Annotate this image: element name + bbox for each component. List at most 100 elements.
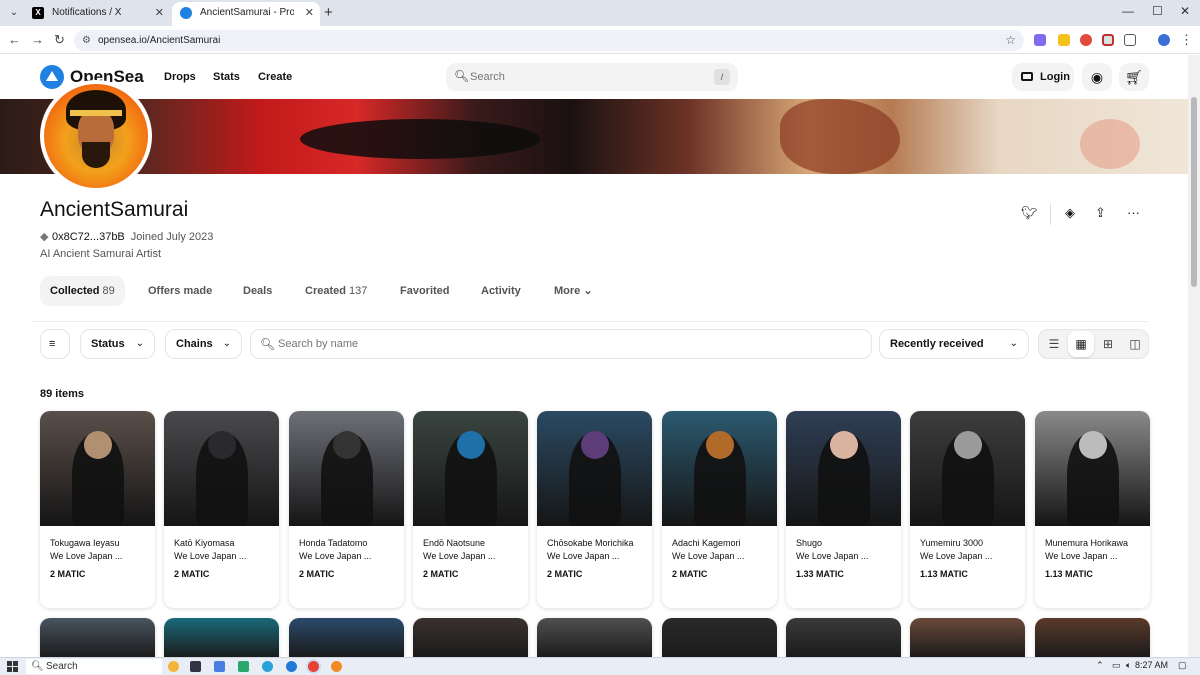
wallet-address[interactable]: 0x8C72...37bB bbox=[52, 231, 125, 243]
bookmark-star-icon[interactable]: ☆ bbox=[1005, 30, 1016, 51]
maximize-icon[interactable]: ☐ bbox=[1152, 4, 1163, 18]
nft-card[interactable]: Munemura Horikawa We Love Japan ... 1.13 M… bbox=[1035, 411, 1150, 608]
global-search-input[interactable] bbox=[470, 67, 700, 87]
nft-card[interactable] bbox=[289, 618, 404, 658]
more-icon[interactable]: ··· bbox=[1127, 205, 1140, 220]
scrollbar-thumb[interactable] bbox=[1191, 97, 1197, 287]
notification-icon[interactable]: ▢ bbox=[1178, 660, 1187, 671]
account-button[interactable]: ◉ bbox=[1082, 63, 1112, 91]
chrome-icon[interactable] bbox=[308, 661, 319, 672]
nft-card[interactable] bbox=[537, 618, 652, 658]
volume-icon[interactable]: 🔈︎ bbox=[1126, 660, 1131, 671]
sort-dropdown[interactable]: Recently received ⌄ bbox=[879, 329, 1029, 359]
tab-favorited[interactable]: Favorited bbox=[390, 276, 460, 306]
browser-tab-opensea[interactable]: AncientSamurai - Profile | OpenSea ✕ bbox=[172, 2, 320, 26]
nft-card[interactable]: Honda Tadatomo We Love Japan ... 2 MATIC bbox=[289, 411, 404, 608]
clock[interactable]: 8:27 AM bbox=[1135, 660, 1168, 670]
nft-card[interactable]: Tokugawa Ieyasu We Love Japan ... 2 MATIC bbox=[40, 411, 155, 608]
tab-activity[interactable]: Activity bbox=[471, 276, 531, 306]
page-scrollbar[interactable] bbox=[1188, 55, 1200, 658]
tray-chevron-icon[interactable]: ⌃ bbox=[1096, 660, 1104, 671]
weather-icon[interactable] bbox=[168, 661, 179, 672]
task-view-icon[interactable] bbox=[190, 661, 201, 672]
nft-image[interactable] bbox=[289, 411, 404, 526]
mosaic-view-icon[interactable]: ◫ bbox=[1122, 331, 1148, 357]
nft-card[interactable]: Adachi Kagemori We Love Japan ... 2 MATIC bbox=[662, 411, 777, 608]
nav-stats[interactable]: Stats bbox=[213, 71, 240, 83]
nft-card[interactable] bbox=[662, 618, 777, 658]
extensions-puzzle-icon[interactable] bbox=[1124, 34, 1136, 46]
nft-collection[interactable]: We Love Japan ... bbox=[423, 551, 523, 561]
url-field[interactable]: ⚙ opensea.io/AncientSamurai ☆ bbox=[74, 30, 1024, 51]
network-icon[interactable]: ▭ bbox=[1112, 660, 1121, 671]
nft-image[interactable] bbox=[786, 411, 901, 526]
close-tab-icon[interactable]: ✕ bbox=[155, 2, 164, 24]
nft-image[interactable] bbox=[910, 411, 1025, 526]
nft-collection[interactable]: We Love Japan ... bbox=[672, 551, 772, 561]
nft-image[interactable] bbox=[662, 411, 777, 526]
list-view-icon[interactable]: ☰ bbox=[1041, 331, 1067, 357]
nft-collection[interactable]: We Love Japan ... bbox=[50, 551, 150, 561]
nft-image[interactable] bbox=[40, 411, 155, 526]
tab-deals[interactable]: Deals bbox=[233, 276, 282, 306]
tab-created[interactable]: Created 137 bbox=[295, 276, 377, 306]
nft-collection[interactable]: We Love Japan ... bbox=[547, 551, 647, 561]
close-tab-icon[interactable]: ✕ bbox=[305, 2, 314, 24]
close-window-icon[interactable]: ✕ bbox=[1180, 4, 1190, 18]
nft-image[interactable] bbox=[413, 411, 528, 526]
nft-collection[interactable]: We Love Japan ... bbox=[174, 551, 274, 561]
nft-image[interactable] bbox=[1035, 411, 1150, 526]
extension-icon[interactable] bbox=[1034, 34, 1046, 46]
nft-card[interactable] bbox=[786, 618, 901, 658]
extension-icon[interactable] bbox=[1102, 34, 1114, 46]
twitter-icon[interactable]: 🐦︎ bbox=[1021, 205, 1038, 221]
site-info-icon[interactable]: ⚙ bbox=[82, 30, 91, 51]
nft-card[interactable] bbox=[164, 618, 279, 658]
cart-button[interactable]: 🛒︎ bbox=[1119, 63, 1149, 91]
telegram-icon[interactable] bbox=[262, 661, 273, 672]
nft-collection[interactable]: We Love Japan ... bbox=[1045, 551, 1145, 561]
tab-offers-made[interactable]: Offers made bbox=[138, 276, 222, 306]
nft-card[interactable] bbox=[910, 618, 1025, 658]
nft-collection[interactable]: We Love Japan ... bbox=[920, 551, 1020, 561]
tab-collected[interactable]: Collected 89 bbox=[40, 276, 125, 306]
windows-start-icon[interactable] bbox=[7, 661, 18, 672]
extension-icon[interactable] bbox=[1058, 34, 1070, 46]
grid-view-icon[interactable]: ▦ bbox=[1068, 331, 1094, 357]
nft-card[interactable]: Katō Kiyomasa We Love Japan ... 2 MATIC bbox=[164, 411, 279, 608]
browser-menu-icon[interactable]: ⋮ bbox=[1180, 32, 1193, 48]
nav-create[interactable]: Create bbox=[258, 71, 292, 83]
nft-card[interactable]: Endō Naotsune We Love Japan ... 2 MATIC bbox=[413, 411, 528, 608]
profile-avatar-icon[interactable] bbox=[1158, 34, 1170, 46]
name-search-input[interactable] bbox=[278, 335, 838, 353]
share-icon[interactable]: ⇪ bbox=[1095, 205, 1106, 221]
taskbar-search[interactable]: 🔍︎ Search bbox=[26, 659, 162, 674]
nft-card[interactable]: Chōsokabe Morichika We Love Japan ... 2 MA… bbox=[537, 411, 652, 608]
nft-collection[interactable]: We Love Japan ... bbox=[299, 551, 399, 561]
global-search[interactable]: 🔍︎ / bbox=[446, 63, 738, 91]
new-tab-icon[interactable]: + bbox=[324, 4, 333, 21]
nft-collection[interactable]: We Love Japan ... bbox=[796, 551, 896, 561]
forward-icon[interactable]: → bbox=[31, 32, 44, 47]
minimize-icon[interactable]: — bbox=[1122, 4, 1134, 18]
tab-search-dropdown-icon[interactable]: ⌄ bbox=[6, 5, 22, 21]
nft-card[interactable] bbox=[40, 618, 155, 658]
status-dropdown[interactable]: Status ⌄ bbox=[80, 329, 155, 359]
nft-card[interactable] bbox=[1035, 618, 1150, 658]
edge-icon[interactable] bbox=[286, 661, 297, 672]
nft-card[interactable]: Yumemiru 3000 We Love Japan ... 1.13 MATIC bbox=[910, 411, 1025, 608]
filter-toggle-button[interactable]: ≡ bbox=[40, 329, 70, 359]
nav-drops[interactable]: Drops bbox=[164, 71, 196, 83]
reload-icon[interactable]: ↻ bbox=[54, 32, 65, 48]
tab-more[interactable]: More ⌄ bbox=[544, 276, 603, 306]
large-grid-view-icon[interactable]: ⊞ bbox=[1095, 331, 1121, 357]
offer-icon[interactable]: ◈ bbox=[1065, 205, 1075, 221]
app-icon[interactable] bbox=[238, 661, 249, 672]
login-button[interactable]: Login bbox=[1012, 63, 1074, 91]
widgets-icon[interactable] bbox=[214, 661, 225, 672]
app-icon[interactable] bbox=[331, 661, 342, 672]
chains-dropdown[interactable]: Chains ⌄ bbox=[165, 329, 242, 359]
extension-icon[interactable] bbox=[1080, 34, 1092, 46]
name-search[interactable]: 🔍︎ bbox=[250, 329, 872, 359]
back-icon[interactable]: ← bbox=[8, 32, 21, 47]
